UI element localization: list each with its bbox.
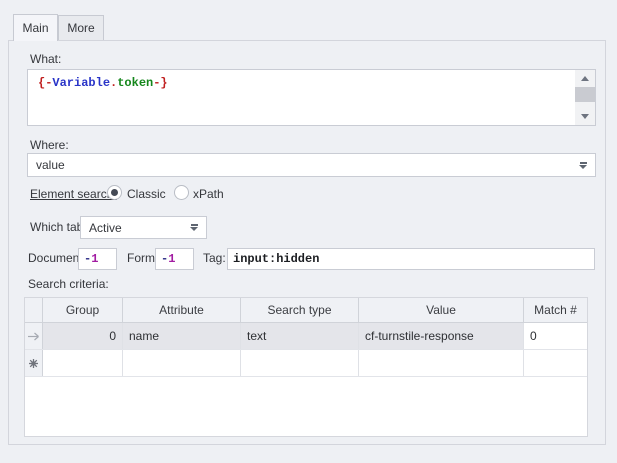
grid-header-row: Group Attribute Search type Value Match … [25, 298, 587, 323]
radio-classic[interactable] [107, 185, 122, 200]
cell-match-empty[interactable] [524, 350, 587, 376]
current-row-indicator[interactable] [25, 323, 43, 349]
table-row[interactable]: 0 name text cf-turnstile-response 0 [25, 323, 587, 350]
scroll-up-icon [581, 76, 589, 81]
cell-value[interactable]: cf-turnstile-response [359, 323, 524, 349]
which-tab-combobox-value: Active [89, 221, 122, 235]
what-editor-scrollbar[interactable] [575, 70, 595, 125]
search-criteria-grid: Group Attribute Search type Value Match … [24, 297, 588, 437]
what-editor[interactable]: {-Variable.token-} [27, 69, 596, 126]
cell-group[interactable]: 0 [43, 323, 123, 349]
cell-search-type-empty[interactable] [241, 350, 359, 376]
which-tab-combobox[interactable]: Active [80, 216, 207, 239]
cell-attribute-empty[interactable] [123, 350, 241, 376]
row-indicator-header [25, 298, 43, 322]
column-header-search-type[interactable]: Search type [241, 298, 359, 322]
cell-search-type[interactable]: text [241, 323, 359, 349]
chevron-down-icon [579, 162, 587, 169]
action-properties-dialog: Main More What: {-Variable.token-} Where… [0, 0, 617, 463]
cell-value-empty[interactable] [359, 350, 524, 376]
tag-input-value: input:hidden [233, 252, 319, 266]
radio-xpath[interactable] [174, 185, 189, 200]
new-row-indicator[interactable] [25, 350, 43, 376]
document-input-value: -1 [84, 252, 98, 266]
column-header-attribute[interactable]: Attribute [123, 298, 241, 322]
scroll-thumb[interactable] [575, 87, 595, 102]
tag-input[interactable]: input:hidden [227, 248, 595, 270]
scroll-down-button[interactable] [575, 108, 595, 125]
column-header-value[interactable]: Value [359, 298, 524, 322]
tab-more[interactable]: More [58, 15, 104, 40]
where-label: Where: [30, 138, 69, 152]
radio-classic-label[interactable]: Classic [127, 187, 166, 201]
search-criteria-label: Search criteria: [28, 277, 109, 291]
document-input[interactable]: -1 [78, 248, 117, 270]
form-input-value: -1 [161, 252, 175, 266]
scroll-up-button[interactable] [575, 70, 595, 87]
element-search-link[interactable]: Element search: [30, 187, 117, 201]
what-editor-value: {-Variable.token-} [38, 76, 168, 90]
cell-attribute[interactable]: name [123, 323, 241, 349]
cell-match[interactable]: 0 [524, 323, 587, 349]
scroll-down-icon [581, 114, 589, 119]
what-label: What: [30, 52, 61, 66]
form-label: Form: [127, 251, 158, 265]
new-row[interactable] [25, 350, 587, 377]
tag-label: Tag: [203, 251, 226, 265]
chevron-down-icon [190, 224, 198, 231]
column-header-group[interactable]: Group [43, 298, 123, 322]
where-combobox[interactable]: value [27, 153, 596, 177]
which-tab-label: Which tab: [30, 220, 87, 234]
new-row-asterisk-icon [28, 358, 39, 369]
cell-group-empty[interactable] [43, 350, 123, 376]
column-header-match[interactable]: Match # [524, 298, 587, 322]
tab-main[interactable]: Main [13, 14, 58, 41]
form-input[interactable]: -1 [155, 248, 194, 270]
radio-xpath-label[interactable]: xPath [193, 187, 224, 201]
arrow-right-icon [27, 332, 40, 341]
where-combobox-value: value [36, 158, 65, 172]
